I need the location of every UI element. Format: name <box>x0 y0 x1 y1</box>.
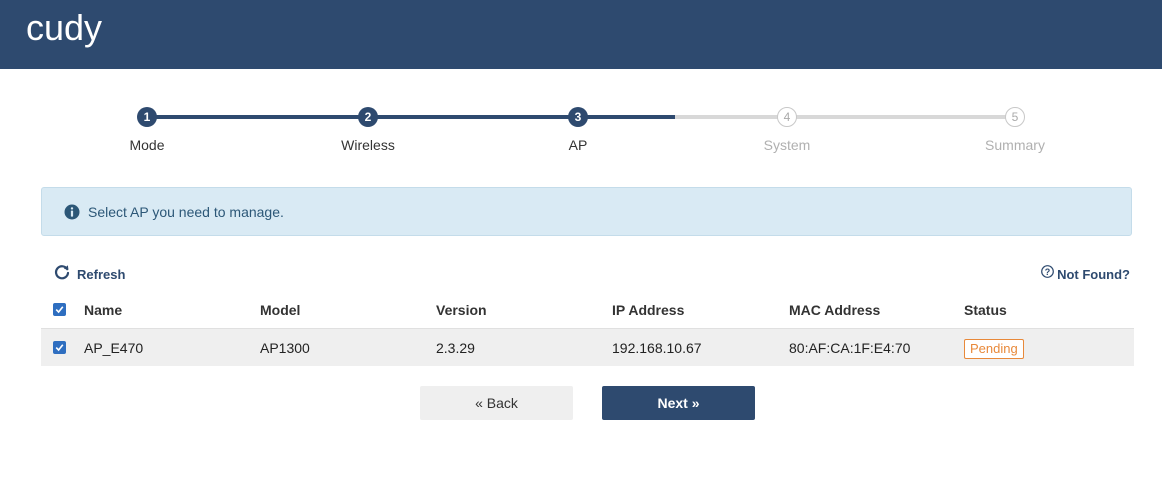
wizard-step-ap: 3 AP <box>518 100 638 153</box>
step-label: Summary <box>985 137 1045 153</box>
check-icon <box>55 306 64 314</box>
table-row[interactable]: AP_E470 AP1300 2.3.29 192.168.10.67 80:A… <box>41 329 1134 366</box>
info-circle-icon <box>64 204 80 225</box>
refresh-icon <box>54 264 70 285</box>
step-label: System <box>763 137 811 153</box>
svg-text:?: ? <box>1045 267 1051 277</box>
cudy-logo: cudy <box>26 7 122 57</box>
step-label: Wireless <box>341 137 395 153</box>
step-number: 1 <box>137 107 157 127</box>
question-circle-icon: ? <box>1041 265 1054 283</box>
status-badge: Pending <box>964 339 1024 360</box>
next-button[interactable]: Next » <box>602 386 755 420</box>
top-header-bar: cudy <box>0 0 1162 69</box>
wizard-step-mode: 1 Mode <box>87 100 207 153</box>
cell-ip-address: 192.168.10.67 <box>612 340 702 356</box>
not-found-link[interactable]: ? Not Found? <box>1041 265 1130 283</box>
column-header-model: Model <box>260 302 301 318</box>
cell-status: Pending <box>964 329 1024 367</box>
column-header-status: Status <box>964 302 1007 318</box>
step-number: 5 <box>1005 107 1025 127</box>
step-label: Mode <box>129 137 165 153</box>
wizard-step-wireless: 2 Wireless <box>308 100 428 153</box>
check-icon <box>55 344 64 352</box>
column-header-mac-address: MAC Address <box>789 302 881 318</box>
wizard-step-system: 4 System <box>727 100 847 153</box>
not-found-label: Not Found? <box>1057 266 1130 282</box>
table-header: Name Model Version IP Address MAC Addres… <box>41 292 1134 329</box>
row-checkbox[interactable] <box>53 341 66 354</box>
wizard-step-summary: 5 Summary <box>955 100 1075 153</box>
step-number: 3 <box>568 107 588 127</box>
info-alert: Select AP you need to manage. <box>41 187 1132 236</box>
step-number: 2 <box>358 107 378 127</box>
cell-mac-address: 80:AF:CA:1F:E4:70 <box>789 340 911 356</box>
refresh-button[interactable]: Refresh <box>54 264 125 285</box>
column-header-name: Name <box>84 302 123 318</box>
step-number: 4 <box>777 107 797 127</box>
wizard-stepper: 1 Mode 2 Wireless 3 AP 4 System 5 Summar… <box>0 100 1162 160</box>
logo-text: cudy <box>26 8 102 48</box>
cell-model: AP1300 <box>260 340 310 356</box>
info-message: Select AP you need to manage. <box>88 204 284 220</box>
cell-name: AP_E470 <box>84 340 144 356</box>
select-all-checkbox[interactable] <box>53 303 66 316</box>
column-header-version: Version <box>436 302 487 318</box>
back-button[interactable]: « Back <box>420 386 573 420</box>
column-header-ip-address: IP Address <box>612 302 685 318</box>
ap-table: Name Model Version IP Address MAC Addres… <box>41 292 1134 366</box>
step-label: AP <box>568 137 588 153</box>
cell-version: 2.3.29 <box>436 340 475 356</box>
refresh-label: Refresh <box>77 267 126 282</box>
